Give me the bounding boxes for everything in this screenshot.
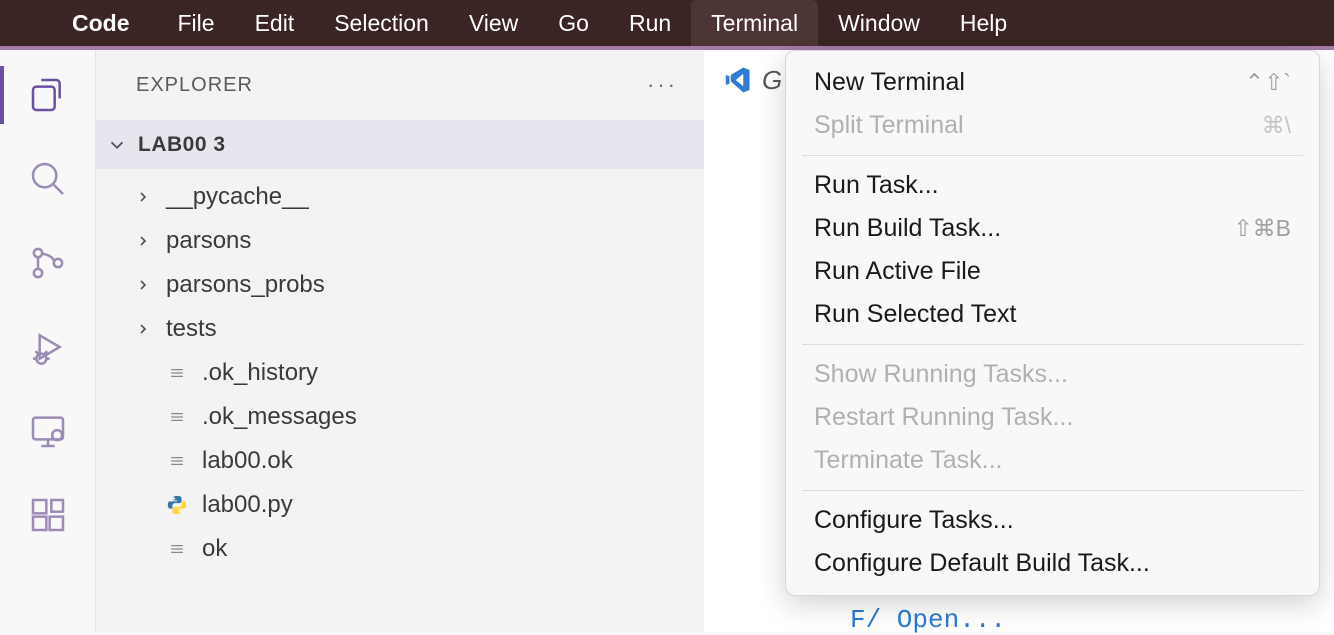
chevron-right-icon <box>134 277 152 293</box>
dropdown-item[interactable]: Run Selected Text <box>786 293 1319 336</box>
dropdown-item[interactable]: Configure Default Build Task... <box>786 542 1319 585</box>
dropdown-item-label: New Terminal <box>814 68 965 97</box>
file-tree: __pycache__parsons parsons_probstests .ok_… <box>96 169 704 571</box>
sidebar-header: EXPLORER ··· <box>96 50 704 120</box>
dropdown-item-label: Run Task... <box>814 171 939 200</box>
dropdown-item: Show Running Tasks... <box>786 353 1319 396</box>
dropdown-item-label: Show Running Tasks... <box>814 360 1068 389</box>
workspace-name: LAB00 3 <box>138 133 226 157</box>
file-row[interactable]: ok <box>96 527 704 571</box>
dropdown-separator <box>802 490 1303 491</box>
dropdown-separator <box>802 344 1303 345</box>
python-file-icon <box>166 494 188 516</box>
menu-go[interactable]: Go <box>538 0 609 46</box>
dropdown-item: Restart Running Task... <box>786 396 1319 439</box>
dropdown-item-label: Terminate Task... <box>814 446 1003 475</box>
file-row[interactable]: lab00.py <box>96 483 704 527</box>
tree-item-label: .ok_messages <box>202 403 357 431</box>
menu-edit[interactable]: Edit <box>235 0 315 46</box>
folder-row[interactable]: parsons_probs <box>96 263 704 307</box>
generic-file-icon <box>166 450 188 472</box>
tree-item-label: __pycache__ <box>166 183 309 211</box>
app-name-menu[interactable]: Code <box>72 0 158 46</box>
menu-run[interactable]: Run <box>609 0 691 46</box>
menu-terminal[interactable]: Terminal <box>691 0 818 46</box>
dropdown-item-label: Run Selected Text <box>814 300 1016 329</box>
dropdown-item[interactable]: Run Active File <box>786 250 1319 293</box>
explorer-icon[interactable] <box>25 72 71 118</box>
terminal-dropdown-menu: New Terminal ⌃⇧` Split Terminal ⌘\ Run Task.… <box>785 50 1320 596</box>
chevron-right-icon <box>134 189 152 205</box>
macos-menubar: Code File Edit Selection View Go Run Ter… <box>0 0 1334 46</box>
sidebar-more-icon[interactable]: ··· <box>647 72 678 98</box>
dropdown-item-label: Configure Default Build Task... <box>814 549 1150 578</box>
folder-row[interactable]: __pycache__ <box>96 175 704 219</box>
keyboard-shortcut: ⌃⇧` <box>1245 69 1291 96</box>
dropdown-item-label: Restart Running Task... <box>814 403 1073 432</box>
folder-row[interactable]: parsons <box>96 219 704 263</box>
search-icon[interactable] <box>25 156 71 202</box>
sidebar-title: EXPLORER <box>136 74 253 97</box>
sidebar: EXPLORER ··· LAB00 3 __pycache__parsons p… <box>96 50 704 632</box>
dropdown-item-label: Split Terminal <box>814 111 964 140</box>
extensions-icon[interactable] <box>25 492 71 538</box>
menu-help[interactable]: Help <box>940 0 1027 46</box>
dropdown-item-label: Configure Tasks... <box>814 506 1014 535</box>
tree-item-label: lab00.ok <box>202 447 293 475</box>
menu-selection[interactable]: Selection <box>314 0 449 46</box>
dropdown-item-label: Run Build Task... <box>814 214 1001 243</box>
keyboard-shortcut: ⌘\ <box>1262 112 1291 139</box>
workspace-header[interactable]: LAB00 3 <box>96 120 704 169</box>
file-row[interactable]: lab00.ok <box>96 439 704 483</box>
activity-bar <box>0 50 96 632</box>
source-control-icon[interactable] <box>25 240 71 286</box>
tree-item-label: .ok_history <box>202 359 318 387</box>
dropdown-item[interactable]: New Terminal ⌃⇧` <box>786 61 1319 104</box>
tree-item-label: parsons <box>166 227 251 255</box>
tab-label[interactable]: G <box>762 65 782 96</box>
dropdown-item: Terminate Task... <box>786 439 1319 482</box>
tree-item-label: ok <box>202 535 227 563</box>
dropdown-item-label: Run Active File <box>814 257 981 286</box>
tree-item-label: parsons_probs <box>166 271 325 299</box>
file-row[interactable]: .ok_messages <box>96 395 704 439</box>
generic-file-icon <box>166 406 188 428</box>
generic-file-icon <box>166 362 188 384</box>
vscode-logo-icon <box>722 65 752 95</box>
dropdown-separator <box>802 155 1303 156</box>
menu-view[interactable]: View <box>449 0 538 46</box>
keyboard-shortcut: ⇧⌘B <box>1233 215 1291 242</box>
remote-explorer-icon[interactable] <box>25 408 71 454</box>
tree-item-label: lab00.py <box>202 491 293 519</box>
dropdown-item[interactable]: Run Task... <box>786 164 1319 207</box>
menu-window[interactable]: Window <box>818 0 940 46</box>
file-row[interactable]: .ok_history <box>96 351 704 395</box>
dropdown-item[interactable]: Configure Tasks... <box>786 499 1319 542</box>
run-debug-icon[interactable] <box>25 324 71 370</box>
folder-row[interactable]: tests <box>96 307 704 351</box>
dropdown-item: Split Terminal ⌘\ <box>786 104 1319 147</box>
behind-menu-text: F/ Open... <box>850 605 1006 635</box>
menu-file[interactable]: File <box>158 0 235 46</box>
generic-file-icon <box>166 538 188 560</box>
dropdown-item[interactable]: Run Build Task... ⇧⌘B <box>786 207 1319 250</box>
chevron-right-icon <box>134 321 152 337</box>
tree-item-label: tests <box>166 315 217 343</box>
chevron-right-icon <box>134 233 152 249</box>
